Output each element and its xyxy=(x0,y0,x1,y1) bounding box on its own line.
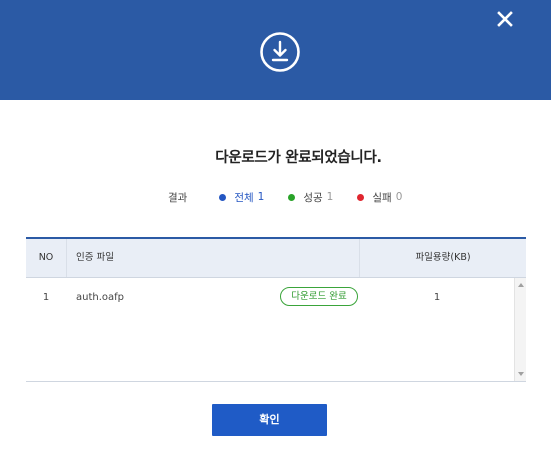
success-label: 성공 xyxy=(303,191,323,204)
page-title: 다운로드가 완료되었습니다. xyxy=(215,150,382,166)
table-row: 1 auth.oafp 다운로드 완료 1 xyxy=(26,278,514,318)
dialog-header xyxy=(0,0,551,100)
success-count: 성공 1 xyxy=(288,190,333,205)
red-dot-icon xyxy=(357,193,365,201)
confirm-button[interactable]: 확인 xyxy=(212,404,327,436)
result-summary: 결과 전체 1 성공 1 실패 0 xyxy=(168,189,426,205)
cell-no: 1 xyxy=(42,292,50,303)
total-count: 전체 1 xyxy=(219,190,264,205)
header-size: 파일용량(KB) xyxy=(415,252,471,263)
close-icon[interactable] xyxy=(495,9,515,29)
fail-label: 실패 xyxy=(372,191,392,204)
green-dot-icon xyxy=(288,193,296,201)
file-table: NO 인증 파일 파일용량(KB) 1 auth.oafp 다운로드 완료 1 xyxy=(26,237,526,382)
download-circle-icon xyxy=(260,32,300,72)
table-body[interactable]: 1 auth.oafp 다운로드 완료 1 xyxy=(26,278,526,381)
header-file: 인증 파일 xyxy=(66,239,360,277)
fail-count: 실패 0 xyxy=(357,190,402,205)
total-label: 전체 xyxy=(234,191,254,204)
scroll-down-icon[interactable] xyxy=(518,372,524,376)
scrollbar[interactable] xyxy=(514,278,526,381)
result-label: 결과 xyxy=(168,191,188,204)
status-badge: 다운로드 완료 xyxy=(280,287,358,306)
fail-value: 0 xyxy=(395,191,403,203)
table-header: NO 인증 파일 파일용량(KB) xyxy=(26,239,526,278)
total-value: 1 xyxy=(257,191,265,203)
scroll-up-icon[interactable] xyxy=(518,283,524,287)
header-no: NO xyxy=(26,239,67,277)
blue-dot-icon xyxy=(219,193,227,201)
cell-file: auth.oafp xyxy=(76,292,125,303)
cell-size: 1 xyxy=(433,292,441,303)
success-value: 1 xyxy=(326,191,334,203)
